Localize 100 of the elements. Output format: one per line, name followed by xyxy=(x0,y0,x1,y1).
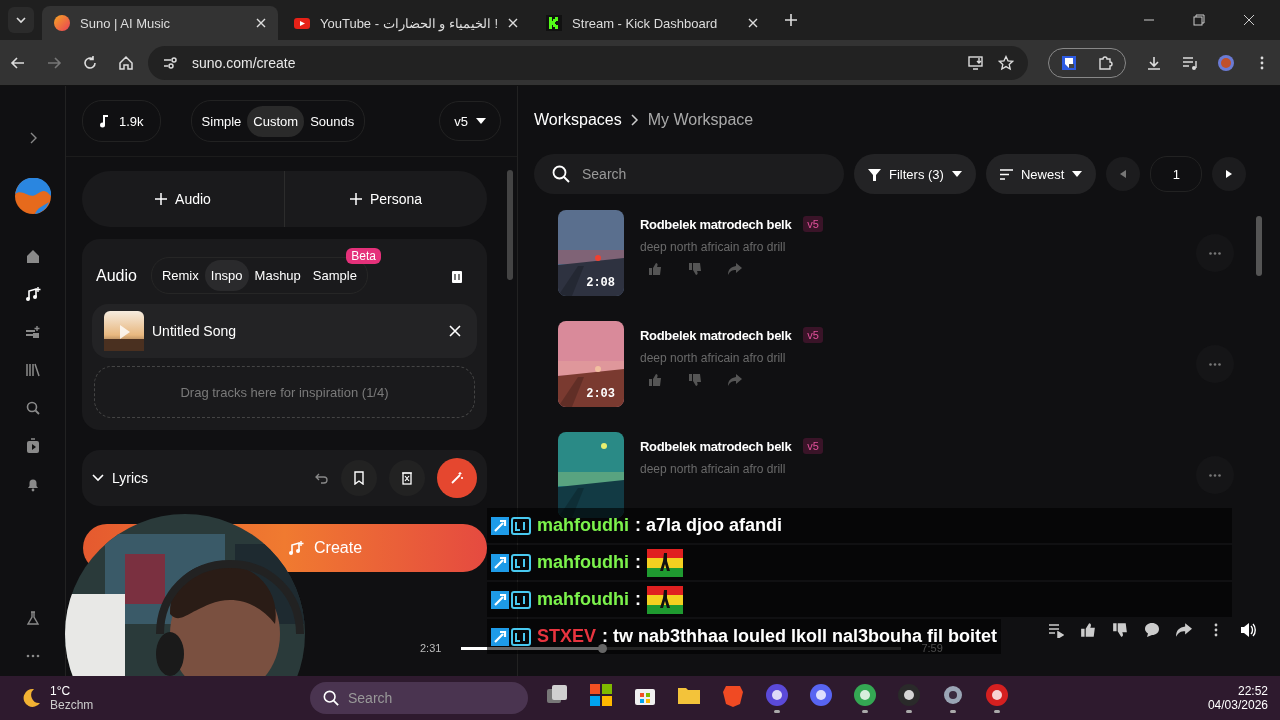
close-icon[interactable] xyxy=(256,18,266,28)
search-field[interactable]: Search xyxy=(534,154,844,194)
progress-track[interactable] xyxy=(461,646,902,650)
thumbs-down-icon[interactable] xyxy=(688,373,702,387)
thumbs-up-icon[interactable] xyxy=(1080,622,1096,638)
restore-icon[interactable] xyxy=(1193,14,1205,26)
playlist-icon[interactable] xyxy=(24,324,41,340)
taskbar-search-field[interactable]: Search xyxy=(310,682,528,714)
section-title: Audio xyxy=(96,266,137,285)
home-icon[interactable] xyxy=(24,248,41,264)
thumbs-down-icon[interactable] xyxy=(688,262,702,276)
caret-icon xyxy=(1072,171,1083,177)
forward-icon[interactable] xyxy=(46,54,62,71)
audio-tab[interactable]: Inspo xyxy=(204,260,249,291)
beta-badge: Beta xyxy=(346,248,381,264)
credits-button[interactable]: 1.9k xyxy=(82,100,161,142)
comment-icon[interactable] xyxy=(1144,622,1160,638)
version-tag: v5 xyxy=(803,438,823,454)
triangle-left-icon xyxy=(1120,170,1127,178)
chat-username: mahfoudhi xyxy=(537,515,629,536)
thumbs-up-icon[interactable] xyxy=(648,373,662,387)
thumbs-up-icon[interactable] xyxy=(648,262,662,276)
mode-tab[interactable]: Sounds xyxy=(304,105,361,137)
download-icon[interactable] xyxy=(1146,54,1162,71)
weather-location: Bezchm xyxy=(50,698,94,712)
chat-message: : a7la djoo afandi xyxy=(635,515,783,536)
next-page-button[interactable] xyxy=(1212,157,1247,191)
audio-tab[interactable]: Remix xyxy=(155,260,205,291)
queue-icon[interactable] xyxy=(1048,622,1064,638)
selected-song[interactable]: Untitled Song xyxy=(92,304,477,358)
bookmark-star-icon[interactable] xyxy=(998,54,1014,71)
mode-tab[interactable]: Custom xyxy=(247,105,305,137)
video-icon[interactable] xyxy=(24,438,41,454)
volume-icon[interactable] xyxy=(1240,622,1256,638)
song-title[interactable]: Rodbelek matrodech belk xyxy=(640,327,792,343)
more-icon xyxy=(1209,473,1221,477)
install-app-icon[interactable] xyxy=(968,54,984,71)
add-button[interactable]: Persona xyxy=(285,171,487,227)
temperature: 1°C xyxy=(50,684,72,698)
song-title[interactable]: Rodbelek matrodech belk xyxy=(640,438,792,454)
song-title[interactable]: Rodbelek matrodech belk xyxy=(640,216,792,232)
caret-icon xyxy=(476,118,486,124)
breadcrumb-current: My Workspace xyxy=(647,111,754,129)
mode-tab[interactable]: Simple xyxy=(195,105,248,137)
shield-lock-icon[interactable] xyxy=(1061,54,1077,71)
library-icon[interactable] xyxy=(24,362,41,378)
total-time: 7:59 xyxy=(921,642,943,654)
add-button[interactable]: Audio xyxy=(82,171,284,227)
tab-search-button[interactable] xyxy=(8,7,34,33)
puzzle-icon[interactable] xyxy=(1097,54,1113,71)
create-icon[interactable] xyxy=(24,286,41,302)
chat-badges-icon xyxy=(491,627,531,646)
url-text: suno.com/create xyxy=(192,54,296,71)
browser-tab[interactable]: Suno | AI Music xyxy=(42,6,278,40)
song-style: deep north africain afro drill xyxy=(640,351,787,365)
lyrics-toggle[interactable]: Lyrics xyxy=(92,470,149,486)
close-icon[interactable] xyxy=(1243,14,1255,26)
progress-handle[interactable] xyxy=(598,643,608,653)
page-number: 1 xyxy=(1150,156,1203,192)
drop-zone[interactable]: Drag tracks here for inspiration (1/4) xyxy=(94,366,475,418)
tab-title: YouTube - الخيمياء و الحضارات ! xyxy=(320,15,499,31)
search-icon[interactable] xyxy=(24,400,41,416)
flask-icon[interactable] xyxy=(24,610,41,626)
thumbs-down-icon[interactable] xyxy=(1112,622,1128,638)
song-style: deep north africain afro drill xyxy=(640,240,787,254)
address-bar[interactable]: suno.com/create xyxy=(148,45,1028,80)
chat-badges-icon xyxy=(491,590,531,609)
audio-tab[interactable]: Mashup xyxy=(248,260,307,291)
site-settings-icon[interactable] xyxy=(162,54,178,71)
more-icon xyxy=(1209,251,1221,255)
music-note-icon xyxy=(99,114,111,128)
back-icon[interactable] xyxy=(10,54,26,71)
clear-button[interactable] xyxy=(389,460,425,496)
reload-icon[interactable] xyxy=(82,54,98,71)
funnel-icon xyxy=(868,167,881,181)
profile-avatar-icon[interactable] xyxy=(1218,54,1234,71)
more-icon xyxy=(1209,362,1221,366)
browser-tab[interactable]: Stream - Kick Dashboard xyxy=(534,6,771,40)
version-tag: v5 xyxy=(803,327,823,343)
close-icon[interactable] xyxy=(748,18,759,28)
breadcrumb-link[interactable]: Workspaces xyxy=(534,111,622,129)
home-icon[interactable] xyxy=(118,54,134,71)
trash-icon[interactable] xyxy=(451,268,463,283)
suno-favicon-icon xyxy=(54,15,70,31)
sort-button[interactable]: Newest xyxy=(985,154,1097,194)
song-duration: 2:08 xyxy=(586,276,615,290)
k-favicon-icon xyxy=(546,15,563,31)
browser-tab[interactable]: YouTube - الخيمياء و الحضارات ! xyxy=(282,6,531,40)
filters-button[interactable]: Filters (3) xyxy=(854,154,976,194)
close-icon[interactable] xyxy=(508,18,519,28)
media-queue-icon[interactable] xyxy=(1182,54,1198,71)
song-duration: 2:03 xyxy=(586,387,615,401)
share-icon[interactable] xyxy=(1176,622,1192,638)
new-tab-icon[interactable] xyxy=(784,13,799,27)
bookmark-button[interactable] xyxy=(341,460,377,496)
clock-time: 22:52 xyxy=(1237,684,1268,698)
user-avatar-icon[interactable] xyxy=(14,178,51,214)
magic-wand-button[interactable] xyxy=(437,458,477,498)
chat-message: : xyxy=(635,589,641,610)
undo-icon[interactable] xyxy=(315,471,329,485)
